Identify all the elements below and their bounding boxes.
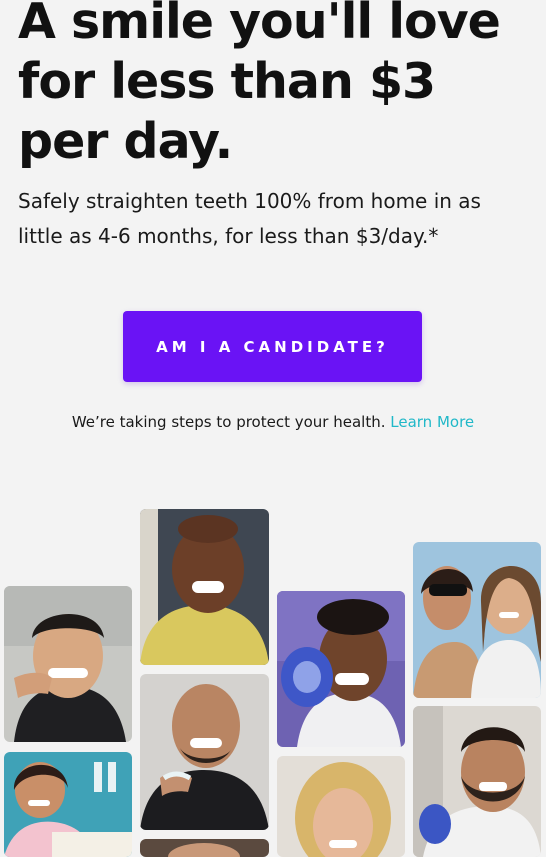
customer-photo-man-holding-aligner — [4, 586, 132, 742]
learn-more-link[interactable]: Learn More — [390, 413, 474, 431]
customer-photo-girl-with-book — [4, 752, 132, 857]
hero-heading: A smile you'll love for less than $3 per… — [18, 0, 501, 170]
health-protection-note: We’re taking steps to protect your healt… — [0, 411, 546, 433]
hero-subheading: Safely straighten teeth 100% from home i… — [18, 189, 481, 248]
customer-photo-blonde-woman — [277, 756, 405, 857]
customer-photo-man-in-black-hoodie — [140, 674, 269, 830]
customer-photo-partial — [140, 839, 269, 857]
customer-photo-two-women-selfie — [413, 542, 541, 698]
customer-photo-bearded-man-with-case — [413, 706, 541, 857]
customer-photo-woman-in-yellow — [140, 509, 269, 665]
health-note-text: We’re taking steps to protect your healt… — [71, 413, 386, 431]
am-i-a-candidate-button[interactable]: AM I A CANDIDATE? — [123, 311, 422, 382]
customer-photo-teen-with-aligner-case — [277, 591, 405, 747]
